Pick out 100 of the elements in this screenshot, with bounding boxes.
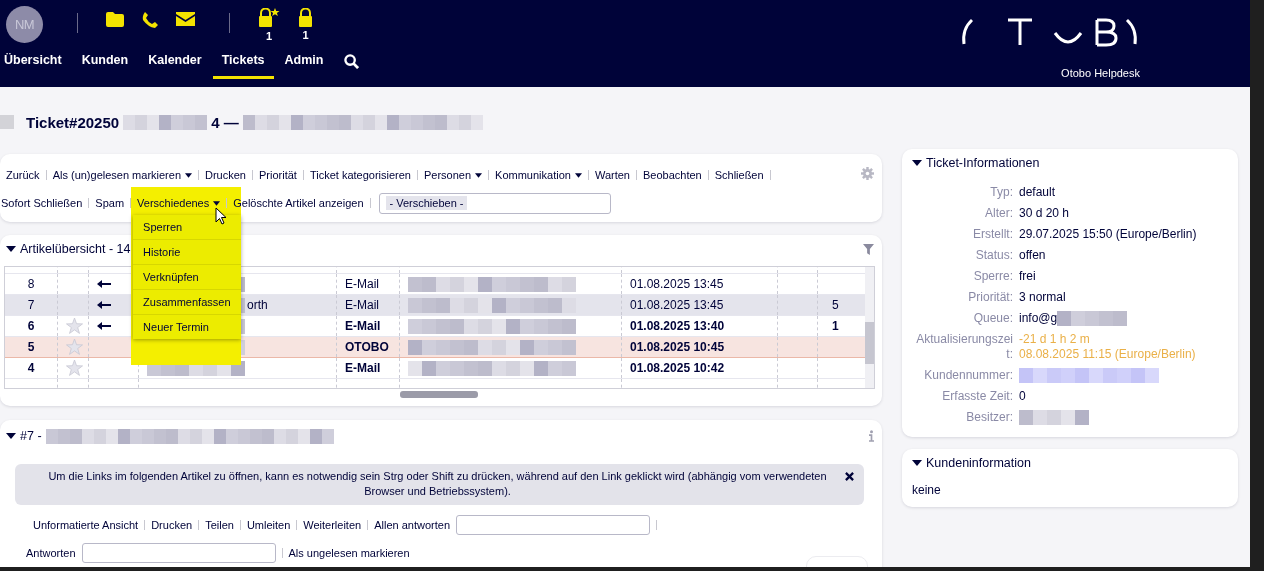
table-cell: E-Mail xyxy=(337,358,400,378)
search-icon[interactable] xyxy=(344,54,360,69)
nav-tab[interactable]: Übersicht xyxy=(4,47,71,79)
move-select[interactable]: - Verschieben - xyxy=(378,192,611,214)
folder-icon[interactable] xyxy=(106,12,124,27)
article-action[interactable]: Als ungelesen markieren xyxy=(288,547,410,559)
section-title: Kundeninformation xyxy=(926,456,1031,470)
caret-icon xyxy=(475,172,483,178)
field-value: 29.07.2025 15:50 (Europe/Berlin) xyxy=(1019,227,1198,242)
table-cell: 01.08.2025 13:45 xyxy=(622,295,778,315)
article-action[interactable]: Unformatierte Ansicht xyxy=(33,519,139,531)
article-action[interactable]: Umleiten xyxy=(246,519,291,531)
lock-count: 1 xyxy=(302,29,309,41)
field-label: Aktualisierungszeit: xyxy=(915,332,1013,362)
lock-icon[interactable] xyxy=(298,8,313,27)
section-title: Ticket-Informationen xyxy=(926,156,1040,170)
menu-item[interactable]: Neuer Termin xyxy=(133,315,242,339)
nav-tab[interactable]: Kunden xyxy=(72,47,138,79)
star-icon[interactable] xyxy=(66,339,83,355)
field-value: -21 d 1 h 2 m xyxy=(1019,332,1091,347)
collapse-icon[interactable] xyxy=(6,246,16,252)
table-cell[interactable]: 8 xyxy=(5,274,58,294)
input-field[interactable] xyxy=(81,543,276,563)
collapse-icon[interactable] xyxy=(912,160,922,166)
action-link[interactable]: Verschiedenes xyxy=(137,197,221,209)
section-title: Artikelübersicht - 14 xyxy=(20,242,131,256)
notice-text: Um die Links im folgenden Artikel zu öffnen, kann es notwendig sein Strg oder Shift zu drücken, während auf den Link geklickt wird (abhängig vom verwendeten Browser und Betriebssystem). xyxy=(47,469,828,499)
nav-tab[interactable]: Admin xyxy=(275,47,333,79)
table-cell: E-Mail xyxy=(337,316,400,336)
action-link[interactable]: Kommunikation xyxy=(495,169,582,181)
article-action[interactable]: Teilen xyxy=(205,519,234,531)
table-cell[interactable]: 5 xyxy=(5,337,58,357)
phone-icon[interactable] xyxy=(142,12,158,28)
nav-tab[interactable]: Kalender xyxy=(139,47,211,79)
article-action[interactable]: Weiterleiten xyxy=(303,519,362,531)
action-link[interactable]: Als (un)gelesen markieren xyxy=(52,169,192,181)
ticket-number-end: 4 — xyxy=(211,113,239,131)
action-link[interactable]: Drucken xyxy=(205,169,246,181)
field-label: Status: xyxy=(974,248,1013,263)
action-link[interactable]: Priorität xyxy=(259,169,297,181)
input-field[interactable] xyxy=(456,515,650,535)
caret-icon xyxy=(185,172,192,178)
action-link[interactable]: Warten xyxy=(594,169,630,181)
field-label: Besitzer: xyxy=(965,410,1013,425)
action-link[interactable]: Sofort Schließen xyxy=(1,197,83,209)
field-value: keine xyxy=(912,483,942,497)
field-value: info@g xyxy=(1019,311,1058,326)
field-value: offen xyxy=(1019,248,1047,263)
field-value: default xyxy=(1019,185,1057,200)
action-link[interactable]: Ticket kategorisieren xyxy=(309,169,411,181)
filter-icon[interactable] xyxy=(863,243,874,255)
lock-count: 1 xyxy=(265,30,273,42)
redacted-block xyxy=(0,115,14,129)
table-cell: 5 xyxy=(832,298,839,312)
scrollbar[interactable] xyxy=(865,267,874,388)
table-cell[interactable]: 7 xyxy=(5,295,58,315)
collapse-icon[interactable] xyxy=(912,460,922,466)
table-cell: E-Mail xyxy=(337,295,400,315)
table-cell: E-Mail xyxy=(337,274,400,294)
action-link[interactable]: Spam xyxy=(95,197,125,209)
field-label: Sperre: xyxy=(972,269,1013,284)
lock-star-icon[interactable] xyxy=(258,8,280,28)
table-cell: orth xyxy=(247,298,268,312)
caret-icon xyxy=(574,172,582,178)
info-icon[interactable] xyxy=(869,430,874,442)
field-value: 3 normal xyxy=(1019,290,1067,305)
field-value: 0 xyxy=(1019,389,1027,404)
table-cell[interactable]: 4 xyxy=(5,358,58,378)
cursor-icon xyxy=(215,207,228,225)
field-value: 08.08.2025 11:15 (Europe/Berlin) xyxy=(1019,347,1197,362)
nav-tab[interactable]: Tickets xyxy=(212,47,274,79)
action-link[interactable]: Personen xyxy=(424,169,483,181)
article-action[interactable]: Antworten xyxy=(26,547,76,559)
action-link[interactable]: Schließen xyxy=(714,169,764,181)
scroll-handle[interactable] xyxy=(400,391,478,398)
ticket-number: Ticket#20250 xyxy=(26,113,120,131)
table-cell[interactable]: 6 xyxy=(5,316,58,336)
caret-icon xyxy=(213,200,221,206)
field-value: 30 d 20 h xyxy=(1019,206,1071,221)
article-title: #7 - xyxy=(20,429,42,443)
field-label: Queue: xyxy=(972,311,1013,326)
field-label: Priorität: xyxy=(967,290,1013,305)
article-action[interactable]: Allen antworten xyxy=(374,519,450,531)
star-icon[interactable] xyxy=(66,360,83,376)
table-cell: 01.08.2025 10:42 xyxy=(622,358,778,378)
collapse-icon[interactable] xyxy=(6,433,16,439)
action-link[interactable]: Zurück xyxy=(6,169,40,181)
field-label: Kundennummer: xyxy=(923,368,1013,383)
action-link[interactable]: Beobachten xyxy=(642,169,702,181)
table-cell: OTOBO xyxy=(337,337,400,357)
table-cell: 1 xyxy=(832,319,839,333)
field-value: frei xyxy=(1019,269,1037,284)
envelope-icon[interactable] xyxy=(176,12,195,26)
field-label: Erstellt: xyxy=(972,227,1013,242)
article-action[interactable]: Drucken xyxy=(151,519,193,531)
table-cell: 01.08.2025 13:40 xyxy=(622,316,778,336)
close-icon[interactable] xyxy=(845,472,854,481)
star-icon[interactable] xyxy=(66,318,83,334)
field-label: Typ: xyxy=(989,185,1013,200)
table-cell: 01.08.2025 10:45 xyxy=(622,337,778,357)
